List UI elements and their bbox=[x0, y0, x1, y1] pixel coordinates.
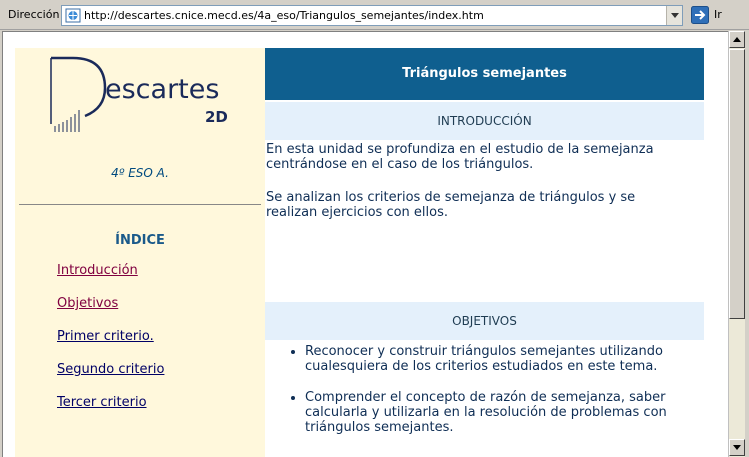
indice-title: ÍNDICE bbox=[115, 233, 165, 248]
page-viewport: escartes 2D 4º ESO A. ÍNDICE Introducció… bbox=[2, 31, 729, 457]
nav-link-tercer-criterio[interactable]: Tercer criterio bbox=[57, 395, 147, 410]
svg-text:2D: 2D bbox=[205, 108, 228, 126]
intro-heading: INTRODUCCIÓN bbox=[265, 102, 704, 140]
list-item: Reconocer y construir triángulos semejan… bbox=[305, 344, 687, 374]
go-arrow-icon bbox=[691, 6, 709, 24]
course-label: 4º ESO A. bbox=[111, 166, 169, 180]
sidebar: escartes 2D 4º ESO A. ÍNDICE Introducció… bbox=[15, 48, 265, 457]
objetivos-list: Reconocer y construir triángulos semejan… bbox=[287, 344, 687, 451]
page-icon bbox=[65, 8, 81, 23]
scroll-down-button[interactable] bbox=[729, 439, 745, 456]
scroll-thumb[interactable] bbox=[729, 49, 745, 319]
nav-link-primer-criterio[interactable]: Primer criterio. bbox=[57, 329, 154, 344]
svg-text:escartes: escartes bbox=[105, 74, 219, 105]
objetivos-heading: OBJETIVOS bbox=[265, 302, 704, 340]
vertical-scrollbar[interactable] bbox=[728, 31, 745, 457]
address-url: http://descartes.cnice.mecd.es/4a_eso/Tr… bbox=[84, 9, 484, 22]
address-dropdown-button[interactable] bbox=[666, 6, 682, 25]
address-bar: Dirección http://descartes.cnice.mecd.es… bbox=[0, 0, 749, 30]
nav-link-introduccion[interactable]: Introducción bbox=[57, 263, 138, 278]
main-content: Triángulos semejantes INTRODUCCIÓN En es… bbox=[265, 48, 704, 457]
nav-link-objetivos[interactable]: Objetivos bbox=[57, 296, 118, 311]
descartes-logo: escartes 2D bbox=[50, 56, 228, 132]
list-item: Comprender el concepto de razón de semej… bbox=[305, 390, 687, 435]
nav-link-segundo-criterio[interactable]: Segundo criterio bbox=[57, 362, 164, 377]
go-label: Ir bbox=[714, 8, 722, 21]
intro-paragraph-1: En esta unidad se profundiza en el estud… bbox=[266, 142, 654, 172]
intro-paragraph-2: Se analizan los criterios de semejanza d… bbox=[266, 190, 636, 220]
go-button[interactable]: Ir bbox=[689, 5, 747, 26]
page-title: Triángulos semejantes bbox=[265, 48, 704, 100]
sidebar-divider bbox=[19, 204, 261, 205]
scroll-up-button[interactable] bbox=[729, 31, 745, 48]
address-label: Dirección bbox=[8, 8, 60, 21]
address-input[interactable]: http://descartes.cnice.mecd.es/4a_eso/Tr… bbox=[61, 5, 683, 26]
